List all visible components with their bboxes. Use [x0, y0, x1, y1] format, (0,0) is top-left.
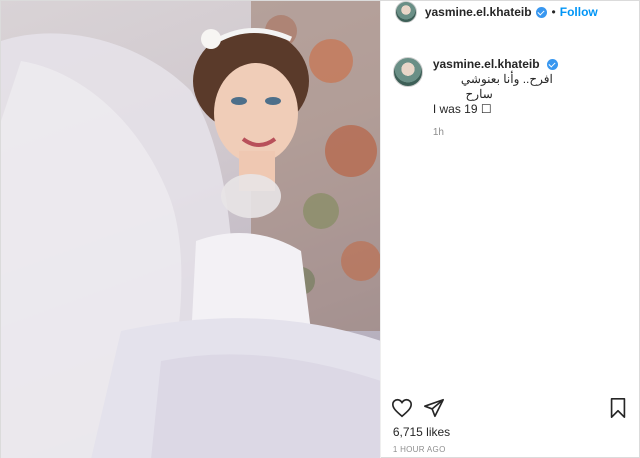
author-avatar[interactable] [394, 1, 417, 23]
likes-count[interactable]: 6,715 likes [393, 425, 450, 439]
post-caption: yasmine.el.khateib افرح.. وأنا بعنوشي سا… [381, 57, 640, 138]
paper-plane-icon[interactable] [423, 397, 445, 419]
header-separator-dot: • [551, 5, 556, 19]
post-side-panel: yasmine.el.khateib • Follow yasmine.el.k… [379, 1, 640, 458]
caption-author-avatar[interactable] [392, 57, 423, 87]
post-header: yasmine.el.khateib • Follow [381, 1, 640, 23]
posted-time[interactable]: 1 HOUR AGO [393, 445, 446, 454]
verified-badge-icon [535, 6, 547, 18]
caption-body: yasmine.el.khateib افرح.. وأنا بعنوشي سا… [433, 57, 633, 138]
caption-username[interactable]: yasmine.el.khateib [433, 57, 540, 71]
caption-verified-badge-icon [546, 59, 558, 71]
bookmark-icon[interactable] [607, 397, 629, 419]
header-username[interactable]: yasmine.el.khateib [425, 5, 532, 19]
follow-button[interactable]: Follow [560, 5, 598, 19]
post-photo[interactable] [1, 1, 380, 458]
caption-arabic-text-2: سارح [465, 87, 493, 101]
caption-timestamp[interactable]: 1h [433, 127, 633, 138]
caption-line-3: I was 19 ☐ [432, 102, 492, 116]
bride-photo-illustration [1, 1, 380, 458]
caption-line-1: yasmine.el.khateib افرح.. وأنا بعنوشي [433, 57, 633, 87]
instagram-post: yasmine.el.khateib • Follow yasmine.el.k… [0, 0, 640, 458]
caption-arabic-text-1: افرح.. وأنا بعنوشي [460, 72, 553, 86]
post-actions [391, 397, 631, 421]
heart-icon[interactable] [391, 397, 413, 419]
caption-line-2: سارح [433, 87, 633, 102]
